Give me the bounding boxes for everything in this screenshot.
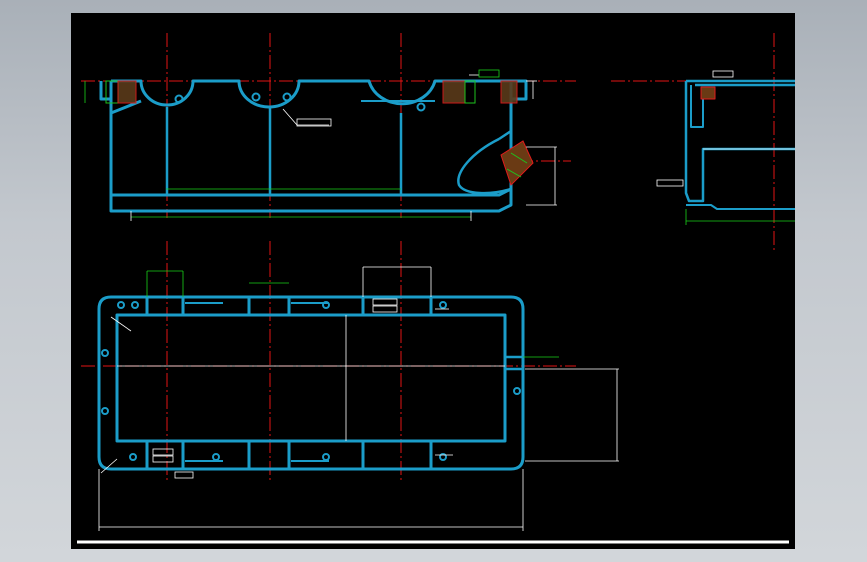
top-hole-6 [212,453,220,461]
hatch-left-red [117,80,137,104]
annotation-box-3 [372,298,398,306]
front-view-base [111,187,512,197]
hatch-right-red [500,80,518,104]
side-view [684,79,795,210]
side-view-base [686,204,795,210]
top-hole-10 [513,387,521,395]
hatch-cutaway [500,140,534,186]
top-hole-7 [322,453,330,461]
side-hatch [700,86,716,100]
annotation-box-side-1 [656,179,684,187]
bolt-hole-4 [416,102,426,112]
top-view-notch [185,302,329,462]
leader-front-1 [282,108,329,126]
cad-drawing-viewport[interactable] [71,13,795,549]
hatch-mid-red [442,80,466,104]
top-view [97,295,525,471]
drawing-svg [77,33,795,544]
leader-top-1 [110,316,132,332]
top-dimensions [98,266,619,531]
top-hole-8 [322,301,330,309]
top-hole-4 [101,407,109,415]
hatch-mid-green [464,80,476,104]
annotation-box-side-2 [712,70,734,78]
top-view-right-lug [505,355,525,371]
center-lines [81,33,795,483]
top-view-inner [115,313,507,443]
top-hole-3 [101,349,109,357]
annotation-box-5 [152,448,174,456]
bolt-hole-3 [282,92,292,102]
top-hole-5 [129,453,137,461]
bolt-hole-2 [251,92,261,102]
top-hole-2 [131,301,139,309]
annotation-box-6 [152,455,174,463]
annotation-box-4 [372,305,398,313]
top-hole-1 [117,301,125,309]
top-view-flange-bot [145,441,433,469]
top-view-outer [97,295,525,471]
annotation-box-7 [174,471,194,479]
annotation-box-2 [478,69,500,78]
front-hatching [105,80,534,186]
top-hole-9 [439,301,447,309]
